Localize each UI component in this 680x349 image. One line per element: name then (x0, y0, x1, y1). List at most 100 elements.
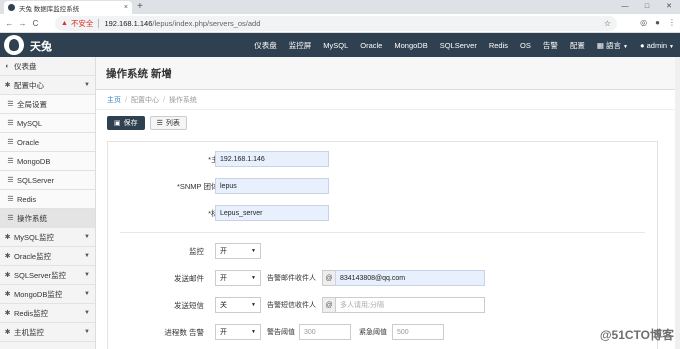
bookmark-star-icon[interactable]: ☆ (604, 19, 611, 28)
nav-config[interactable]: 配置 (564, 40, 591, 51)
page-title: 操作系统 新增 (106, 68, 172, 80)
process-alarm-select[interactable]: 开 ▼ (215, 324, 261, 340)
sidebar-item-oracle[interactable]: ☰ Oracle (0, 133, 95, 152)
sidebar-item-global-settings[interactable]: ☰ 全局设置 (0, 95, 95, 114)
monitor-select[interactable]: 开 ▼ (215, 243, 261, 259)
nav-language[interactable]: ▦ 語言 ▼ (591, 40, 634, 51)
nav-oracle[interactable]: Oracle (354, 41, 388, 50)
nav-mongodb[interactable]: MongoDB (388, 41, 433, 50)
list-button[interactable]: ☰ 列表 (149, 116, 187, 130)
host-input[interactable]: 192.168.1.146 (215, 151, 329, 167)
nav-alarm[interactable]: 告警 (537, 40, 564, 51)
settings-icon: ✱ (4, 272, 11, 279)
chevron-down-icon: ▼ (84, 291, 90, 297)
send-mail-select[interactable]: 开 ▼ (215, 270, 261, 286)
warning-threshold-input[interactable]: 300 (299, 324, 351, 340)
breadcrumb: 主页 / 配置中心 / 操作系统 (96, 90, 680, 110)
sms-recipient-input[interactable]: 多人请用;分隔 (335, 297, 485, 313)
snmp-community-input[interactable]: lepus (215, 178, 329, 194)
browser-tab[interactable]: 天兔 数据库监控系统 × (4, 1, 132, 14)
chevron-down-icon: ▼ (251, 329, 256, 335)
sidebar-group-sqlserver-monitor[interactable]: ✱ SQLServer监控 ▼ (0, 266, 95, 285)
sidebar-item-label: Oracle监控 (14, 251, 52, 261)
sidebar-item-redis[interactable]: ☰ Redis (0, 190, 95, 209)
nav-dashboard[interactable]: 仪表盘 (248, 40, 283, 51)
send-sms-select[interactable]: 关 ▼ (215, 297, 261, 313)
tab-close-icon[interactable]: × (124, 4, 128, 11)
brand-title[interactable]: 天兔 (30, 38, 52, 54)
sidebar-group-config[interactable]: ✱ 配置中心 ▼ (0, 76, 95, 95)
sidebar-item-os[interactable]: ☰ 操作系统 (0, 209, 95, 228)
sidebar-group-oracle-monitor[interactable]: ✱ Oracle监控 ▼ (0, 247, 95, 266)
sidebar-item-label: 操作系统 (17, 213, 47, 223)
list-icon: ☰ (7, 215, 14, 222)
page-scrollbar[interactable] (675, 57, 680, 349)
sidebar-item-label: MongoDB监控 (14, 289, 63, 299)
at-sign-addon: @ (322, 270, 336, 286)
sidebar-group-mysql-monitor[interactable]: ✱ MySQL监控 ▼ (0, 228, 95, 247)
breadcrumb-home[interactable]: 主页 (107, 97, 121, 104)
action-bar: ▣ 保存 ☰ 列表 (96, 110, 680, 136)
save-icon: ▣ (114, 120, 121, 127)
nav-redis[interactable]: Redis (483, 41, 514, 50)
warning-icon: ▲ (61, 20, 68, 27)
save-button[interactable]: ▣ 保存 (107, 116, 145, 130)
reload-button[interactable]: C (29, 19, 42, 28)
mail-recipient-input[interactable]: 834143808@qq.com (335, 270, 485, 286)
page-header: 操作系统 新增 (96, 57, 680, 90)
nav-sqlserver[interactable]: SQLServer (434, 41, 483, 50)
sidebar-group-redis-monitor[interactable]: ✱ Redis监控 ▼ (0, 304, 95, 323)
chevron-down-icon: ▼ (84, 253, 90, 259)
sidebar-item-label: MySQL (17, 118, 43, 128)
chevron-down-icon: ▼ (84, 310, 90, 316)
sidebar-group-mongodb-monitor[interactable]: ✱ MongoDB监控 ▼ (0, 285, 95, 304)
sidebar-item-label: 配置中心 (14, 80, 44, 90)
security-label[interactable]: 不安全 (71, 18, 94, 29)
nav-mysql[interactable]: MySQL (317, 41, 354, 50)
critical-threshold-input[interactable]: 500 (392, 324, 444, 340)
tab-title: 天兔 数据库监控系统 (19, 5, 80, 13)
sidebar-item-label: Redis (17, 194, 37, 204)
mail-recipient-label: 告警邮件收件人 (267, 275, 316, 282)
monitor-label: 监控 (189, 247, 204, 256)
sidebar-item-sqlserver[interactable]: ☰ SQLServer (0, 171, 95, 190)
url-text: 192.168.1.146/lepus/index.php/servers_os… (104, 19, 261, 28)
sidebar-item-mysql[interactable]: ☰ MySQL (0, 114, 95, 133)
url-input[interactable]: ▲ 不安全 192.168.1.146/lepus/index.php/serv… (55, 16, 617, 31)
caret-down-icon: ▼ (669, 43, 674, 50)
top-nav: 仪表盘 监控屏 MySQL Oracle MongoDB SQLServer R… (248, 33, 680, 57)
menu-dots-icon[interactable]: ⋮ (668, 18, 676, 27)
account-icon[interactable]: ● (655, 18, 660, 27)
settings-icon: ✱ (4, 234, 11, 241)
send-sms-label: 发送短信 (174, 301, 204, 310)
minimize-button[interactable]: — (614, 0, 636, 14)
list-icon: ☰ (7, 158, 14, 165)
sidebar-item-label: Redis监控 (14, 308, 49, 318)
watermark: @51CTO博客 (599, 328, 674, 342)
extension-icon[interactable]: ◎ (640, 18, 647, 27)
sidebar-group-host-monitor[interactable]: ✱ 主机监控 ▼ (0, 323, 95, 342)
sidebar-item-label: SQLServer (17, 175, 55, 185)
extension-icons: ◎ ● ⋮ (640, 18, 676, 27)
chevron-down-icon: ▼ (84, 82, 90, 88)
list-icon: ☰ (156, 120, 163, 127)
sidebar-item-label: MongoDB (17, 156, 51, 166)
nav-monitor-screen[interactable]: 监控屏 (283, 40, 318, 51)
app-header: 天兔 仪表盘 监控屏 MySQL Oracle MongoDB SQLServe… (0, 33, 680, 57)
new-tab-button[interactable]: + (137, 0, 143, 13)
sidebar-item-mongodb[interactable]: ☰ MongoDB (0, 152, 95, 171)
forward-button[interactable]: → (16, 19, 29, 28)
chevron-down-icon: ▼ (84, 234, 90, 240)
back-button[interactable]: ← (3, 19, 16, 28)
sidebar-item-dashboard[interactable]: ◐ 仪表盘 (0, 57, 95, 76)
rabbit-logo-icon[interactable] (4, 35, 24, 55)
nav-user[interactable]: ● admin ▼ (634, 41, 680, 50)
address-bar-row: ← → C ▲ 不安全 192.168.1.146/lepus/index.ph… (0, 14, 680, 33)
nav-os[interactable]: OS (514, 41, 537, 50)
maximize-button[interactable]: □ (636, 0, 658, 14)
close-window-button[interactable]: ✕ (658, 0, 680, 14)
tag-input[interactable]: Lepus_server (215, 205, 329, 221)
dashboard-icon: ◐ (5, 62, 10, 70)
warning-threshold-label: 警告阈值 (267, 329, 295, 336)
breadcrumb-config[interactable]: 配置中心 (131, 97, 159, 104)
